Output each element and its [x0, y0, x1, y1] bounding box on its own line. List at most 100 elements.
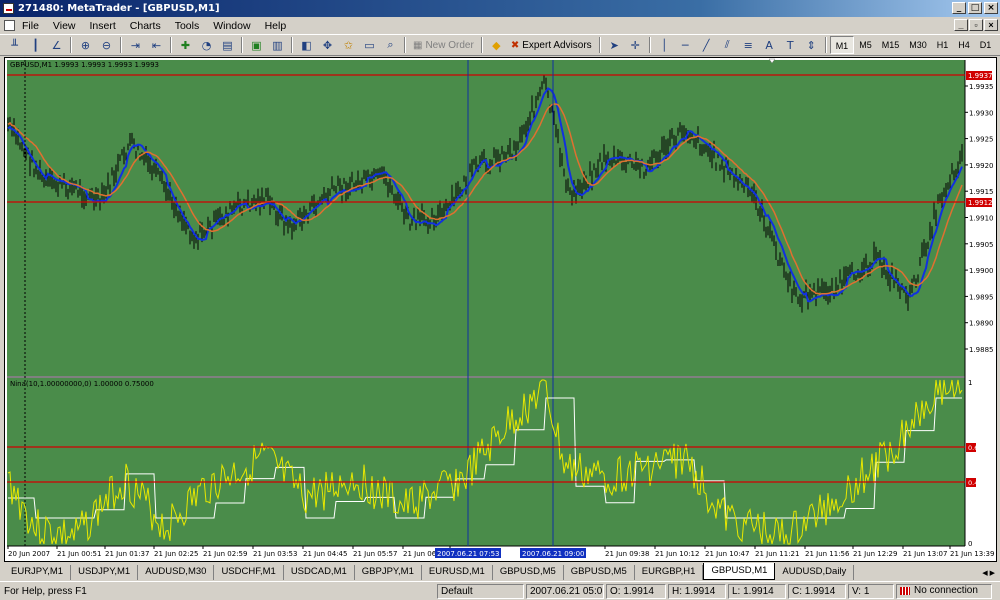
menu-window[interactable]: Window: [213, 20, 250, 32]
price-tick-label: 1.9900: [969, 267, 994, 275]
timeframe-m15[interactable]: M15: [877, 36, 905, 54]
title-bar: 271480: MetaTrader - [GBPUSD,M1] _ □ ×: [0, 0, 1000, 17]
channel-icon[interactable]: ⫽: [717, 36, 738, 54]
indicator-level-06-label: 0.6: [968, 444, 978, 452]
price-tick-label: 1.9910: [969, 215, 994, 223]
fibonacci-icon[interactable]: ≡: [738, 36, 759, 54]
window-title: 271480: MetaTrader - [GBPUSD,M1]: [18, 3, 220, 14]
menu-insert[interactable]: Insert: [90, 20, 116, 32]
time-tick-label: 21 Jun 13:07: [903, 550, 947, 558]
time-tick-label: 21 Jun 06:: [403, 550, 439, 558]
vertical-line-icon[interactable]: │: [654, 36, 675, 54]
chart-tab[interactable]: USDCAD,M1: [284, 565, 355, 580]
chart-window-icon[interactable]: [4, 20, 15, 31]
navigator-icon[interactable]: ✥: [317, 36, 338, 54]
timeframe-d1[interactable]: D1: [975, 36, 997, 54]
text-icon[interactable]: A: [759, 36, 780, 54]
status-connection[interactable]: No connection: [896, 583, 992, 599]
timeframe-m1[interactable]: M1: [829, 36, 855, 54]
candlestick-icon[interactable]: ┃: [25, 36, 46, 54]
maximize-button[interactable]: □: [968, 2, 982, 14]
indicators-icon[interactable]: ✚: [175, 36, 196, 54]
time-tick-label: 21 Jun 10:47: [705, 550, 749, 558]
close-button[interactable]: ×: [984, 2, 998, 14]
market-watch-icon[interactable]: ◧: [296, 36, 317, 54]
chart-tab[interactable]: EURJPY,M1: [4, 565, 72, 580]
crosshair-icon[interactable]: ✛: [625, 36, 646, 54]
price-tick-label: 1.9935: [969, 83, 994, 91]
timeframe-h1[interactable]: H1: [932, 36, 954, 54]
autoscroll-icon[interactable]: ⇥: [125, 36, 146, 54]
new-chart-icon[interactable]: ▣: [246, 36, 267, 54]
chart-tab[interactable]: USDJPY,M1: [71, 565, 139, 580]
arrows-icon[interactable]: ⇕: [801, 36, 822, 54]
favorites-icon[interactable]: ✩: [338, 36, 359, 54]
cursor-time-label-1: 2007.06.21 07:53: [437, 550, 499, 558]
timeframe-m5[interactable]: M5: [854, 36, 877, 54]
chart-tab[interactable]: EURGBP,H1: [635, 565, 704, 580]
price-tick-label: 1.9885: [969, 346, 994, 354]
menu-file[interactable]: File: [22, 20, 39, 32]
chart-tab[interactable]: USDCHF,M1: [214, 565, 284, 580]
timeframe-m30[interactable]: M30: [904, 36, 932, 54]
time-tick-label: 21 Jun 13:39: [950, 550, 994, 558]
price-tick-label: 1.9895: [969, 293, 994, 301]
menu-tools[interactable]: Tools: [175, 20, 200, 32]
terminal-icon[interactable]: ▭: [359, 36, 380, 54]
zoom-in-icon[interactable]: ⊕: [75, 36, 96, 54]
indicator-level-04-label: 0.4: [968, 479, 978, 487]
time-tick-label: 21 Jun 11:21: [755, 550, 799, 558]
chart-tab[interactable]: AUDUSD,M30: [138, 565, 215, 580]
new-order-button[interactable]: ▦ New Order: [409, 36, 478, 54]
zoom-out-icon[interactable]: ⊖: [96, 36, 117, 54]
chart-tab[interactable]: AUDUSD,Daily: [775, 565, 855, 580]
status-help: For Help, press F1: [4, 585, 87, 597]
indicator-tick-0: 0: [968, 540, 972, 548]
expert-advisors-button[interactable]: ✖ Expert Advisors: [507, 36, 596, 54]
time-tick-label: 20 Jun 2007: [8, 550, 50, 558]
minimize-button[interactable]: _: [952, 2, 966, 14]
tab-scroll-left-icon[interactable]: ◀: [982, 569, 987, 577]
periods-icon[interactable]: ◔: [196, 36, 217, 54]
main-chart-label: GBPUSD,M1 1.9993 1.9993 1.9993 1.9993: [10, 61, 159, 69]
profiles-icon[interactable]: ▥: [267, 36, 288, 54]
line-chart-icon[interactable]: ∠: [46, 36, 67, 54]
chart-tab[interactable]: EURUSD,M1: [422, 565, 493, 580]
price-tick-label: 1.9920: [969, 162, 994, 170]
chart-window[interactable]: GBPUSD,M1 1.9993 1.9993 1.9993 1.9993 Ni…: [4, 57, 997, 562]
status-high: H: 1.9914: [668, 583, 726, 599]
trendline-icon[interactable]: ╱: [696, 36, 717, 54]
label-icon[interactable]: T: [780, 36, 801, 54]
status-open: O: 1.9914: [606, 583, 666, 599]
menu-charts[interactable]: Charts: [130, 20, 161, 32]
menu-help[interactable]: Help: [265, 20, 287, 32]
status-datetime: 2007.06.21 05:01: [526, 583, 604, 599]
chart-shift-icon[interactable]: ⇤: [146, 36, 167, 54]
chart-tab[interactable]: GBPUSD,M5: [493, 565, 564, 580]
bar-chart-icon[interactable]: ╨: [4, 36, 25, 54]
metaeditor-icon[interactable]: ◆: [486, 36, 507, 54]
horizontal-line-icon[interactable]: ─: [675, 36, 696, 54]
time-tick-label: 21 Jun 12:29: [853, 550, 897, 558]
indicator-label: Nina(10,1.00000000,0) 1.00000 0.75000: [10, 380, 154, 388]
mdi-restore-button[interactable]: ▫: [969, 19, 983, 31]
mdi-close-button[interactable]: ×: [984, 19, 998, 31]
mdi-minimize-button[interactable]: _: [954, 19, 968, 31]
timeframe-h4[interactable]: H4: [953, 36, 975, 54]
app-icon: [3, 3, 14, 14]
cursor-icon[interactable]: ➤: [604, 36, 625, 54]
menu-view[interactable]: View: [53, 20, 76, 32]
expert-advisors-label: Expert Advisors: [522, 39, 592, 51]
time-tick-label: 21 Jun 01:37: [105, 550, 149, 558]
tab-scroll-right-icon[interactable]: ▶: [990, 569, 995, 577]
price-chart[interactable]: GBPUSD,M1 1.9993 1.9993 1.9993 1.9993 Ni…: [5, 58, 996, 561]
time-tick-label: 21 Jun 02:25: [154, 550, 198, 558]
chart-tab[interactable]: GBPUSD,M5: [564, 565, 635, 580]
status-bar: For Help, press F1 Default 2007.06.21 05…: [0, 581, 1000, 600]
templates-icon[interactable]: ▤: [217, 36, 238, 54]
chart-tab[interactable]: GBPUSD,M1: [703, 563, 776, 580]
cursor-time-label-2: 2007.06.21 09:00: [522, 550, 584, 558]
chart-tab[interactable]: GBPJPY,M1: [355, 565, 422, 580]
price-tick-label: 1.9930: [969, 109, 994, 117]
tester-icon[interactable]: ⌕: [380, 36, 401, 54]
